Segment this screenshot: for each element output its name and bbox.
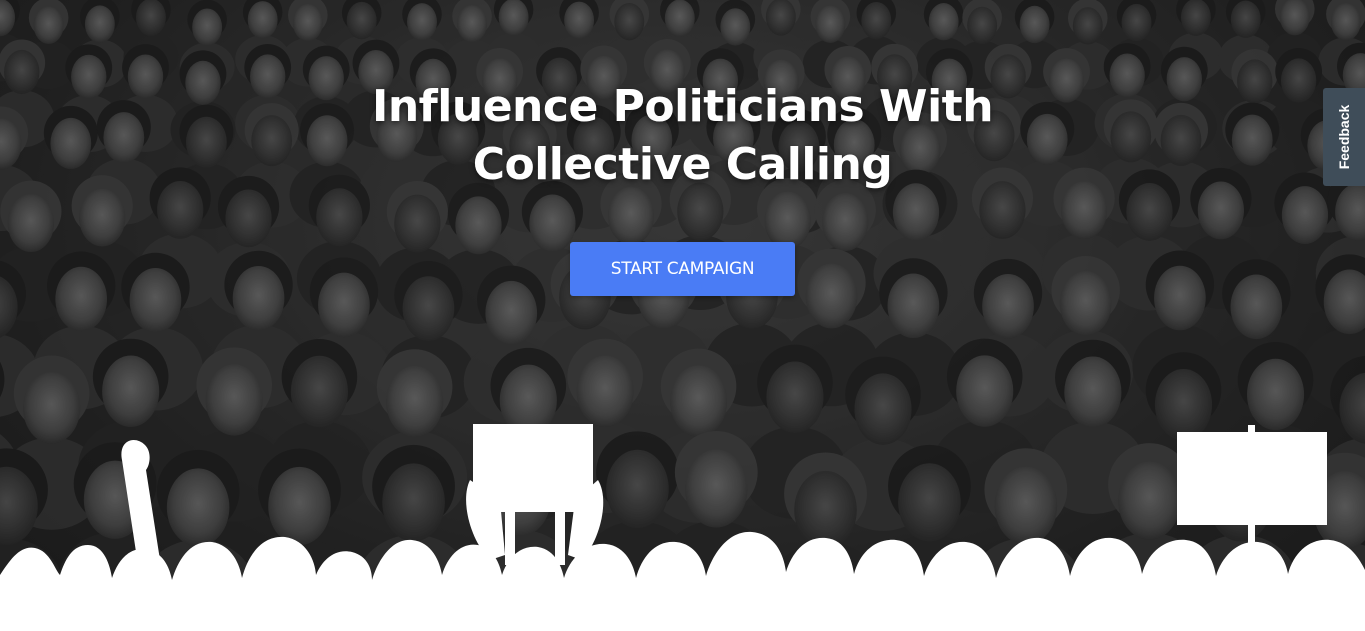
feedback-tab-label: Feedback (1336, 104, 1352, 170)
headline-line-1: Influence Politicians With (371, 81, 994, 132)
feedback-tab[interactable]: Feedback (1323, 88, 1365, 186)
hero-headline: Influence Politicians With Collective Ca… (0, 78, 1365, 194)
headline-line-2: Collective Calling (472, 139, 893, 190)
hero-section: Influence Politicians With Collective Ca… (0, 0, 1365, 631)
hero-content: Influence Politicians With Collective Ca… (0, 78, 1365, 296)
start-campaign-button[interactable]: START CAMPAIGN (570, 242, 795, 296)
